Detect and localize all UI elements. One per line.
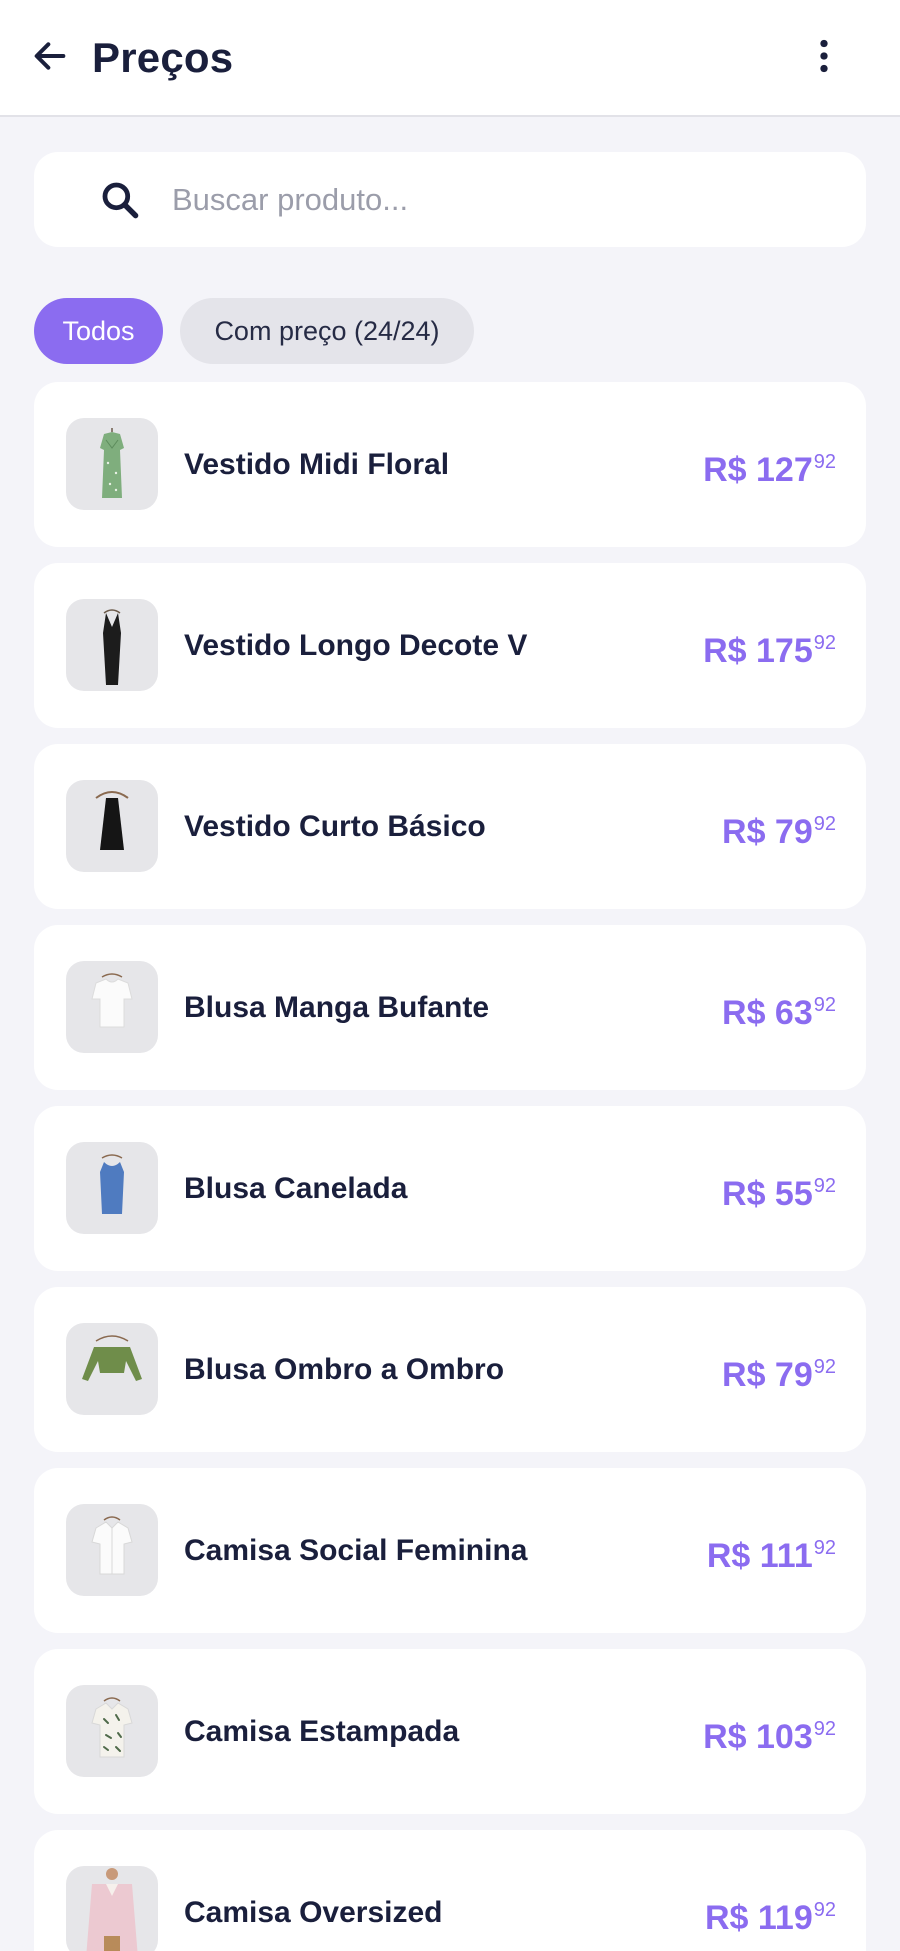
product-price: R$ 5592 bbox=[722, 1175, 836, 1213]
product-price: R$ 17592 bbox=[703, 632, 836, 670]
product-name: Vestido Curto Básico bbox=[184, 810, 486, 843]
product-name: Camisa Social Feminina bbox=[184, 1534, 528, 1567]
product-name: Camisa Oversized bbox=[184, 1896, 443, 1929]
back-button[interactable] bbox=[22, 28, 78, 84]
product-name: Vestido Midi Floral bbox=[184, 448, 450, 481]
filter-chip-all[interactable]: Todos bbox=[34, 298, 163, 364]
product-name: Vestido Longo Decote V bbox=[184, 629, 528, 662]
product-row[interactable]: Blusa Manga Bufante R$ 6392 bbox=[34, 925, 866, 1090]
green-crop-blouse-icon bbox=[66, 1323, 158, 1415]
page-title: Preços bbox=[92, 34, 234, 81]
green-dress-icon bbox=[66, 418, 158, 510]
pink-oversized-shirt-icon bbox=[66, 1866, 158, 1951]
product-name: Blusa Ombro a Ombro bbox=[184, 1353, 505, 1386]
printed-shirt-icon bbox=[66, 1685, 158, 1777]
prices-screen: Preços Todos Com preço (24/24) bbox=[0, 0, 900, 1951]
more-options-button[interactable] bbox=[796, 28, 852, 84]
black-long-dress-icon bbox=[66, 599, 158, 691]
search-input[interactable] bbox=[172, 172, 822, 228]
product-price: R$ 10392 bbox=[703, 1718, 836, 1756]
product-row[interactable]: Camisa Oversized R$ 11992 bbox=[34, 1830, 866, 1951]
product-price: R$ 7992 bbox=[722, 1356, 836, 1394]
app-header: Preços bbox=[0, 0, 900, 117]
product-name: Blusa Canelada bbox=[184, 1172, 408, 1205]
product-row[interactable]: Camisa Social Feminina R$ 11192 bbox=[34, 1468, 866, 1633]
white-shirt-icon bbox=[66, 1504, 158, 1596]
search-icon bbox=[102, 182, 139, 219]
product-price: R$ 6392 bbox=[722, 994, 836, 1032]
product-price: R$ 12792 bbox=[703, 451, 836, 489]
product-row[interactable]: Blusa Canelada R$ 5592 bbox=[34, 1106, 866, 1271]
product-name: Camisa Estampada bbox=[184, 1715, 460, 1748]
product-row[interactable]: Blusa Ombro a Ombro R$ 7992 bbox=[34, 1287, 866, 1452]
blue-tank-top-icon bbox=[66, 1142, 158, 1234]
search-bar[interactable] bbox=[34, 152, 866, 247]
product-price: R$ 7992 bbox=[722, 813, 836, 851]
product-name: Blusa Manga Bufante bbox=[184, 991, 490, 1024]
product-price: R$ 11192 bbox=[706, 1537, 836, 1575]
more-vertical-icon bbox=[820, 39, 828, 73]
white-blouse-icon bbox=[66, 961, 158, 1053]
product-row[interactable]: Vestido Curto Básico R$ 7992 bbox=[34, 744, 866, 909]
product-row[interactable]: Vestido Longo Decote V R$ 17592 bbox=[34, 563, 866, 728]
black-short-dress-icon bbox=[66, 780, 158, 872]
filter-chip-with-price[interactable]: Com preço (24/24) bbox=[180, 298, 474, 364]
arrow-left-icon bbox=[34, 42, 66, 70]
product-price: R$ 11992 bbox=[704, 1899, 836, 1937]
product-row[interactable]: Vestido Midi Floral R$ 12792 bbox=[34, 382, 866, 547]
product-row[interactable]: Camisa Estampada R$ 10392 bbox=[34, 1649, 866, 1814]
